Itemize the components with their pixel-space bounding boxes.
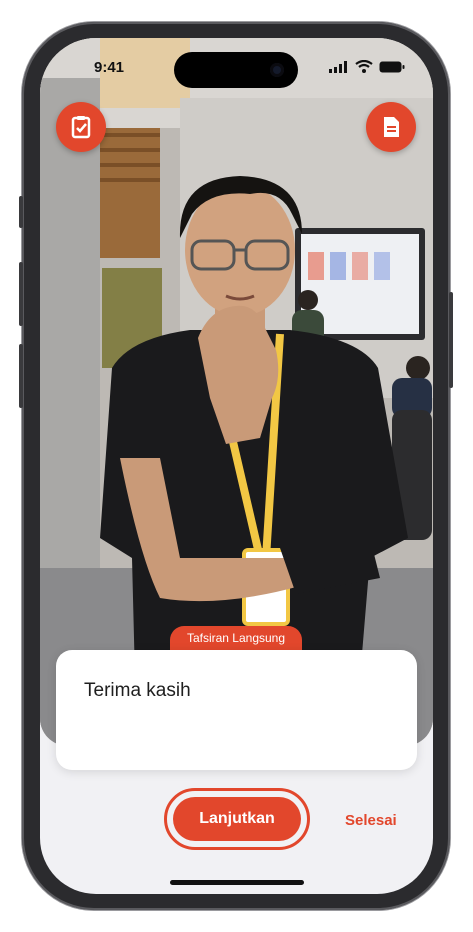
status-time: 9:41 (94, 59, 125, 76)
checklist-icon (71, 116, 91, 139)
document-icon (384, 117, 399, 137)
dynamic-island (174, 52, 298, 88)
checklist-button[interactable] (56, 102, 106, 152)
volume-up-button (19, 262, 23, 326)
wifi-icon (355, 60, 373, 73)
action-button (19, 196, 23, 228)
battery-icon (379, 61, 405, 72)
continue-button[interactable]: Lanjutkan (164, 788, 310, 850)
screen: 9:41 Tafsiran Langsung Terima kasih Lanj… (40, 38, 433, 894)
home-indicator (170, 880, 304, 885)
transcript-card: Terima kasih (56, 650, 417, 770)
volume-down-button (19, 344, 23, 408)
document-button[interactable] (366, 102, 416, 152)
status-icons (329, 60, 405, 73)
finish-button[interactable]: Selesai (345, 812, 397, 829)
continue-button-label: Lanjutkan (173, 797, 301, 841)
signal-icon (329, 60, 347, 73)
side-button (449, 292, 453, 388)
front-camera-lens (270, 63, 284, 77)
transcript-text: Terima kasih (84, 680, 191, 701)
